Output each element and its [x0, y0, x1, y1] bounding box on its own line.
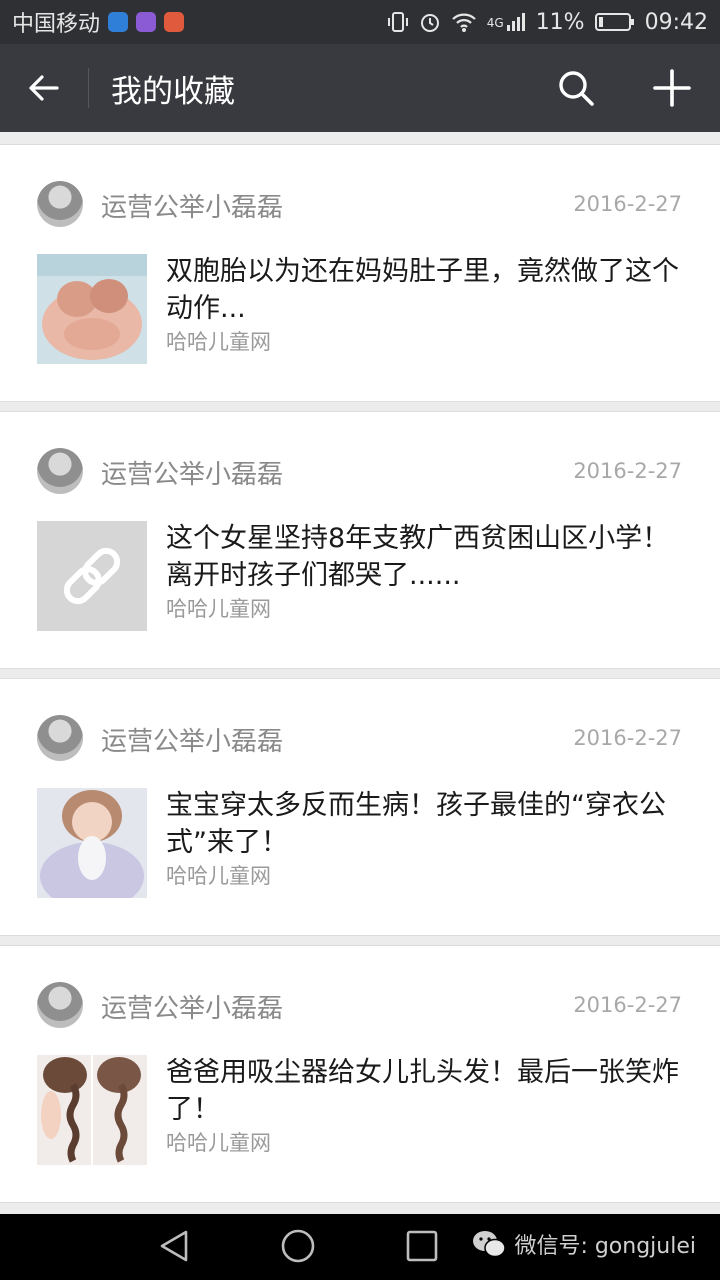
tool-icon — [164, 12, 185, 32]
favorite-item[interactable]: 运营公举小磊磊 2016-2-27 双胞胎以为还在妈妈肚子里，竟然做了这个动作.… — [0, 144, 720, 402]
favorite-item[interactable]: 运营公举小磊磊 2016-2-27 宝宝穿太多反而生病！孩子最佳的“穿衣公式”来… — [0, 678, 720, 936]
link-icon — [63, 547, 121, 605]
avatar — [37, 448, 83, 494]
nav-back-icon[interactable] — [156, 1228, 192, 1264]
time-label: 09:42 — [644, 9, 708, 35]
favorite-date: 2016-2-27 — [573, 459, 682, 483]
status-bar: 中国移动 4G 11% 09:42 — [0, 0, 720, 44]
author-name: 运营公举小磊磊 — [101, 193, 284, 223]
favorite-date: 2016-2-27 — [573, 726, 682, 750]
favorite-source: 哈哈儿童网 — [166, 597, 271, 621]
favorite-title: 这个女星坚持8年支教广西贫困山区小学！离开时孩子们都哭了...... — [166, 523, 670, 591]
page-title: 我的收藏 — [111, 73, 235, 110]
status-right: 4G 11% 09:42 — [387, 10, 708, 35]
avatar — [37, 181, 83, 227]
favorite-source: 哈哈儿童网 — [166, 864, 271, 888]
author-name: 运营公举小磊磊 — [101, 460, 284, 490]
avatar — [37, 982, 83, 1028]
author-name: 运营公举小磊磊 — [101, 994, 284, 1024]
favorite-title: 宝宝穿太多反而生病！孩子最佳的“穿衣公式”来了！ — [166, 790, 666, 858]
nav-recents-icon[interactable] — [404, 1228, 440, 1264]
wechat-icon — [473, 1231, 507, 1258]
vibrate-icon — [387, 12, 408, 32]
navigation-bar: 微信号: gongjulei — [0, 1214, 720, 1280]
alarm-icon — [420, 14, 439, 32]
favorite-item[interactable]: 运营公举小磊磊 2016-2-27 爸爸用吸尘器给女儿扎头发！最后一张笑炸了！ … — [0, 945, 720, 1203]
baby-photo-thumbnail — [37, 788, 147, 898]
favorite-source: 哈哈儿童网 — [166, 330, 271, 354]
header-divider — [88, 68, 89, 108]
braid-photo-thumbnail — [37, 1055, 147, 1165]
favorite-title: 爸爸用吸尘器给女儿扎头发！最后一张笑炸了！ — [166, 1057, 679, 1125]
favorite-item[interactable]: 运营公举小磊磊 2016-2-27 这个女星坚持8年支教广西贫困山区小学！离开时… — [0, 411, 720, 669]
search-button[interactable] — [528, 44, 624, 132]
gallery-icon — [136, 12, 157, 32]
battery-label: 11% — [535, 9, 585, 35]
avatar — [37, 715, 83, 761]
top-bar: 我的收藏 — [0, 44, 720, 132]
add-button[interactable] — [624, 44, 720, 132]
twins-photo-thumbnail — [37, 254, 147, 364]
watermark-text: 微信号: gongjulei — [514, 1234, 696, 1259]
search-icon — [559, 71, 594, 106]
status-left: 中国移动 — [12, 6, 185, 38]
carrier-label: 中国移动 — [12, 12, 101, 37]
plus-icon — [653, 69, 691, 107]
link-thumbnail — [37, 521, 147, 631]
wifi-icon — [451, 13, 476, 32]
watermark: 微信号: gongjulei — [472, 1228, 696, 1260]
battery-icon — [594, 13, 634, 31]
back-button[interactable] — [0, 44, 88, 132]
nav-home-icon[interactable] — [280, 1228, 316, 1264]
app-k-icon — [108, 12, 129, 32]
favorite-title: 双胞胎以为还在妈妈肚子里，竟然做了这个动作... — [166, 256, 679, 324]
favorite-date: 2016-2-27 — [573, 993, 682, 1017]
signal-icon — [506, 13, 525, 31]
arrow-left-icon — [29, 75, 59, 101]
favorite-source: 哈哈儿童网 — [166, 1131, 271, 1155]
network-label: 4G — [486, 15, 504, 30]
favorite-date: 2016-2-27 — [573, 192, 682, 216]
author-name: 运营公举小磊磊 — [101, 727, 284, 757]
